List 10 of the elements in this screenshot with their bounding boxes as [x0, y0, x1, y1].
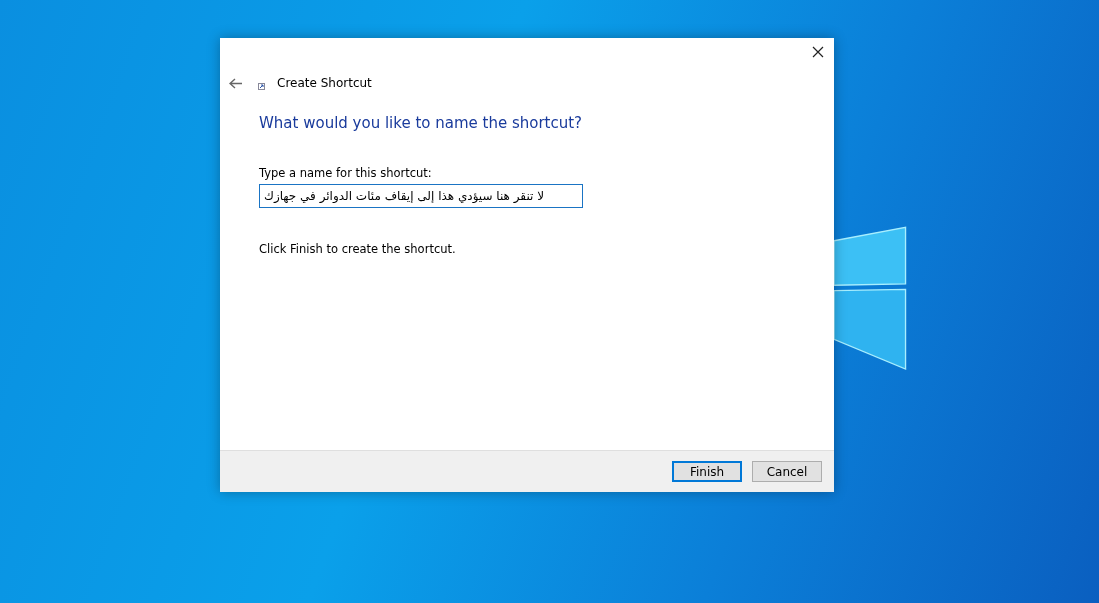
field-label: Type a name for this shortcut:	[259, 166, 432, 180]
close-icon[interactable]	[810, 44, 826, 60]
shortcut-icon	[258, 82, 265, 90]
instruction-text: Click Finish to create the shortcut.	[259, 242, 456, 256]
shortcut-name-field[interactable]: لا تنقر هنا سيؤدي هذا إلى إيقاف مئات الدوائر في جهازك	[259, 184, 583, 208]
page-heading: What would you like to name the shortcut?	[259, 114, 583, 132]
window-title: Create Shortcut	[277, 76, 372, 90]
cancel-button[interactable]: Cancel	[752, 461, 822, 482]
finish-button[interactable]: Finish	[672, 461, 742, 482]
back-arrow-icon[interactable]	[229, 77, 242, 89]
